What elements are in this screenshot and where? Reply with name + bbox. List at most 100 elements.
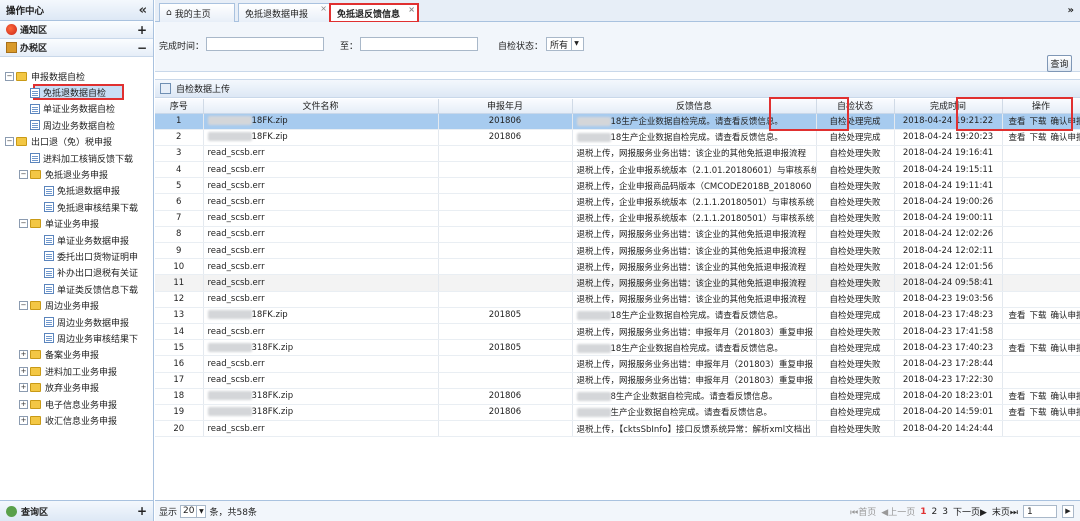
page-size-select[interactable]: 20 ▼: [180, 504, 207, 518]
file-name-cell[interactable]: 318FK.zip: [203, 404, 439, 422]
table-row[interactable]: 6 read_scsb.err 退税上传，企业申报系统版本（2.1.1.201805…: [155, 193, 1080, 211]
table-row[interactable]: 3 read_scsb.err 退税上传，网报服务业务出错：该企业的其他免抵退申报流…: [155, 145, 1080, 163]
confirm-declare-link[interactable]: 确认申报: [1051, 311, 1079, 321]
view-link[interactable]: 查看: [1009, 117, 1026, 127]
table-row[interactable]: 16 read_scsb.err 退税上传，网报服务业务出错：申报年月（201803…: [155, 355, 1080, 373]
table-row[interactable]: 20 read_scsb.err 退税上传，【cktsSbInfo】接口反馈系统异常…: [155, 420, 1080, 438]
page-link[interactable]: 2: [931, 507, 937, 517]
tree-node[interactable]: − 单证业务申报: [0, 216, 153, 232]
file-name-cell[interactable]: read_scsb.err: [203, 193, 439, 211]
file-name-cell[interactable]: 318FK.zip: [203, 339, 439, 357]
office-section[interactable]: 办税区 −: [0, 39, 153, 57]
tab-feedback[interactable]: 免抵退反馈信息 ×: [329, 3, 419, 23]
file-name-cell[interactable]: read_scsb.err: [203, 420, 439, 438]
start-date-input[interactable]: [206, 37, 324, 51]
table-row[interactable]: 12 read_scsb.err 退税上传，网报服务业务出错：该企业的其他免抵退申报…: [155, 291, 1080, 308]
first-page-link[interactable]: ⏮首页: [850, 505, 876, 518]
view-link[interactable]: 查看: [1009, 311, 1026, 321]
prev-page-link[interactable]: ◀上一页: [881, 505, 915, 518]
tree-node[interactable]: 免抵退数据自检: [0, 84, 153, 101]
file-name-cell[interactable]: read_scsb.err: [203, 210, 439, 227]
download-link[interactable]: 下载: [1030, 133, 1047, 143]
file-name-cell[interactable]: read_scsb.err: [203, 323, 439, 341]
collapse-icon[interactable]: −: [19, 170, 28, 180]
table-row[interactable]: 7 read_scsb.err 退税上传，企业申报系统版本（2.1.1.201805…: [155, 210, 1080, 227]
file-name-cell[interactable]: 18FK.zip: [203, 307, 439, 324]
file-name-cell[interactable]: read_scsb.err: [203, 274, 439, 292]
table-row[interactable]: 4 read_scsb.err 退税上传，企业申报系统版本（2.1.01.20180…: [155, 161, 1080, 179]
table-row[interactable]: 14 read_scsb.err 退税上传，网报服务业务出错：申报年月（201803…: [155, 323, 1080, 341]
expand-icon[interactable]: +: [19, 399, 28, 409]
tree-node[interactable]: 单证业务数据自检: [0, 101, 153, 117]
tab-declare[interactable]: 免抵退数据申报 ×: [238, 3, 330, 22]
confirm-declare-link[interactable]: 确认申报: [1051, 344, 1079, 354]
collapse-office-icon[interactable]: −: [137, 41, 147, 55]
page-link[interactable]: 1: [920, 507, 926, 517]
tree-node[interactable]: 委托出口货物证明申: [0, 248, 153, 264]
tree-node[interactable]: 周边业务数据申报: [0, 314, 153, 330]
table-row[interactable]: 2 18FK.zip 201806 18生产企业数据自检完成。请查看反馈信息。 自检处理…: [155, 129, 1080, 146]
view-link[interactable]: 查看: [1009, 392, 1026, 402]
expand-icon[interactable]: +: [19, 383, 28, 393]
query-section[interactable]: 查询区 +: [0, 500, 153, 521]
download-link[interactable]: 下载: [1030, 311, 1047, 321]
confirm-declare-link[interactable]: 确认申报: [1051, 392, 1079, 402]
search-button[interactable]: 查询: [1047, 55, 1072, 72]
view-link[interactable]: 查看: [1009, 408, 1026, 418]
collapse-panel-icon[interactable]: «: [139, 3, 147, 18]
file-name-cell[interactable]: read_scsb.err: [203, 258, 439, 276]
table-row[interactable]: 18 318FK.zip 201806 8生产企业数据自检完成。请查看反馈信息。 自检处…: [155, 388, 1080, 405]
tree-node[interactable]: + 收汇信息业务申报: [0, 412, 153, 428]
tree-node[interactable]: + 电子信息业务申报: [0, 396, 153, 412]
tree-node[interactable]: 免抵退数据申报: [0, 183, 153, 199]
table-row[interactable]: 9 read_scsb.err 退税上传，网报服务业务出错：该企业的其他免抵退申报流…: [155, 242, 1080, 260]
file-name-cell[interactable]: read_scsb.err: [203, 372, 439, 389]
tree-node[interactable]: − 出口退（免）税申报: [0, 134, 153, 150]
file-name-cell[interactable]: read_scsb.err: [203, 242, 439, 260]
page-number-input[interactable]: 1: [1023, 505, 1057, 518]
file-name-cell[interactable]: read_scsb.err: [203, 226, 439, 244]
collapse-icon[interactable]: −: [5, 137, 14, 147]
table-row[interactable]: 17 read_scsb.err 退税上传，网报服务业务出错：申报年月（201803…: [155, 372, 1080, 389]
view-link[interactable]: 查看: [1009, 133, 1026, 143]
expand-icon[interactable]: +: [19, 415, 28, 425]
file-name-cell[interactable]: 18FK.zip: [203, 129, 439, 146]
tree-node[interactable]: − 周边业务申报: [0, 297, 153, 313]
collapse-icon[interactable]: −: [5, 71, 14, 81]
download-link[interactable]: 下载: [1030, 408, 1047, 418]
page-link[interactable]: 3: [942, 507, 948, 517]
last-page-link[interactable]: 末页⏭: [992, 505, 1018, 518]
tree-node[interactable]: 单证业务数据申报: [0, 232, 153, 248]
more-tabs-icon[interactable]: »: [1068, 5, 1074, 16]
view-link[interactable]: 查看: [1009, 344, 1026, 354]
table-row[interactable]: 8 read_scsb.err 退税上传，网报服务业务出错：该企业的其他免抵退申报流…: [155, 226, 1080, 244]
confirm-declare-link[interactable]: 确认申报: [1051, 133, 1079, 143]
tree-node[interactable]: 补办出口退税有关证: [0, 265, 153, 281]
status-select[interactable]: 所有 ▼: [546, 37, 584, 51]
table-row[interactable]: 13 18FK.zip 201805 18生产企业数据自检完成。请查看反馈信息。 自检处…: [155, 307, 1080, 324]
confirm-declare-link[interactable]: 确认申报: [1051, 117, 1079, 127]
table-row[interactable]: 5 read_scsb.err 退税上传，企业申报商品码版本（CMCODE2018B…: [155, 177, 1080, 195]
go-page-icon[interactable]: ▶: [1062, 505, 1074, 518]
table-row[interactable]: 15 318FK.zip 201805 18生产企业数据自检完成。请查看反馈信息。 自检…: [155, 339, 1080, 357]
download-link[interactable]: 下载: [1030, 344, 1047, 354]
close-tab-icon[interactable]: ×: [320, 4, 327, 13]
download-link[interactable]: 下载: [1030, 392, 1047, 402]
file-name-cell[interactable]: 318FK.zip: [203, 388, 439, 405]
file-name-cell[interactable]: 18FK.zip: [203, 113, 439, 130]
notice-section[interactable]: 通知区 +: [0, 21, 153, 39]
tree-node[interactable]: + 放弃业务申报: [0, 379, 153, 395]
expand-icon[interactable]: +: [19, 350, 28, 360]
file-name-cell[interactable]: read_scsb.err: [203, 291, 439, 308]
table-row[interactable]: 11 read_scsb.err 退税上传，网报服务业务出错：该企业的其他免抵退申报…: [155, 274, 1080, 292]
tree-node[interactable]: 周边业务数据自检: [0, 117, 153, 133]
file-name-cell[interactable]: read_scsb.err: [203, 145, 439, 163]
expand-notice-icon[interactable]: +: [137, 23, 147, 37]
confirm-declare-link[interactable]: 确认申报: [1051, 408, 1079, 418]
tree-node[interactable]: − 申报数据自检: [0, 68, 153, 84]
expand-query-icon[interactable]: +: [137, 504, 147, 518]
tree-node[interactable]: − 免抵退业务申报: [0, 166, 153, 182]
table-row[interactable]: 10 read_scsb.err 退税上传，网报服务业务出错：该企业的其他免抵退申报…: [155, 258, 1080, 276]
collapse-icon[interactable]: −: [19, 219, 28, 229]
expand-icon[interactable]: +: [19, 366, 28, 376]
